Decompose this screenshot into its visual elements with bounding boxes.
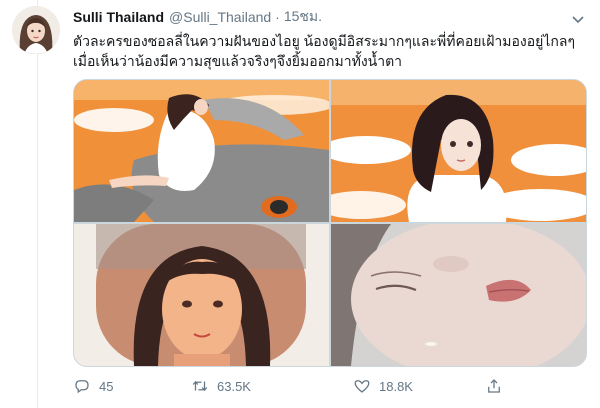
reply-icon [75,380,89,394]
retweet-count: 63.5K [217,378,251,394]
user-handle[interactable]: @Sulli_Thailand [169,9,271,25]
tweet-actions: 45 63.5K 18.8K [73,375,533,397]
tweet-header: Sulli Thailand @Sulli_Thailand · 15ชม. [73,8,570,26]
timeline-divider [37,0,38,408]
like-icon [354,380,370,393]
tweet-text-line: ตัวละครของซอลลี่ในความฝันของไอยู น้องดูม… [73,33,575,49]
tweet-text-line: เมื่อเห็นว่าน้องมีความสุขแล้วจริงๆจึงยิ้… [73,53,403,69]
like-count: 18.8K [379,378,413,394]
like-button[interactable]: 18.8K [353,375,413,397]
timestamp[interactable]: 15ชม. [284,6,322,28]
chevron-down-icon[interactable] [572,12,584,24]
photo-4[interactable] [331,224,586,366]
retweet-button[interactable]: 63.5K [191,375,251,397]
reply-count: 45 [99,378,114,394]
photo-1[interactable] [74,80,329,222]
tweet-text: ตัวละครของซอลลี่ในความฝันของไอยู น้องดูม… [73,31,588,71]
avatar[interactable] [12,6,60,54]
media-grid [73,79,587,367]
share-icon [488,379,500,393]
share-button[interactable] [485,375,511,397]
separator: · [275,9,280,25]
photo-3[interactable] [74,224,329,366]
reply-button[interactable]: 45 [73,375,113,397]
display-name[interactable]: Sulli Thailand [73,9,164,25]
photo-2[interactable] [331,80,586,222]
avatar-image [12,6,60,54]
retweet-icon [192,380,208,392]
